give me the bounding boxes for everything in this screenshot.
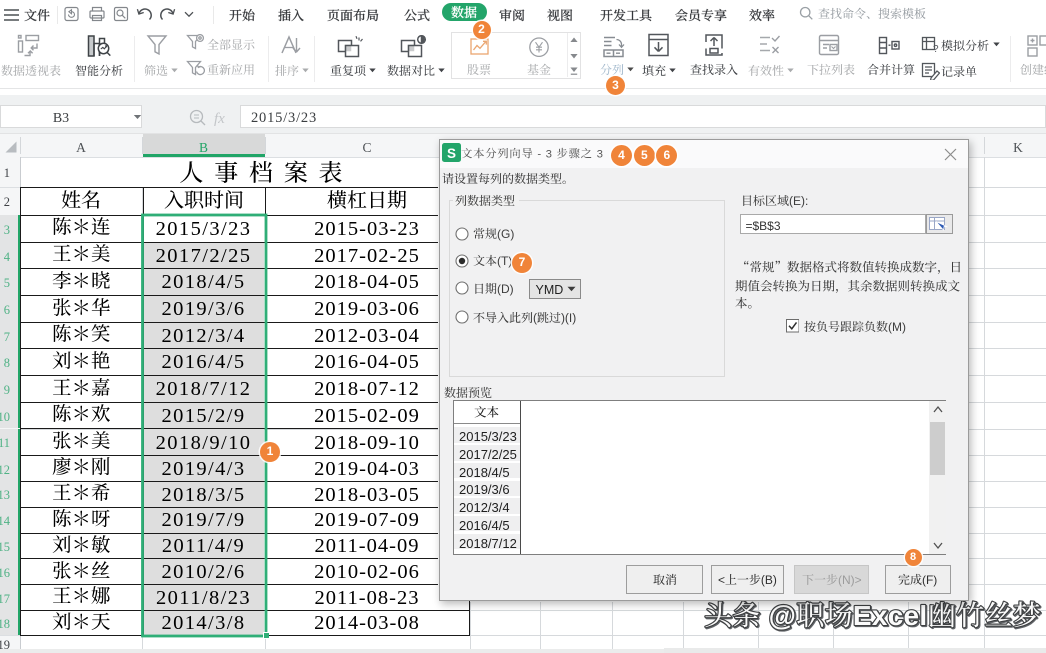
svg-text:@: @	[761, 600, 797, 631]
svg-text:S: S	[447, 145, 456, 160]
svg-text:Excel: Excel	[853, 600, 928, 631]
svg-text:?: ?	[933, 44, 939, 54]
